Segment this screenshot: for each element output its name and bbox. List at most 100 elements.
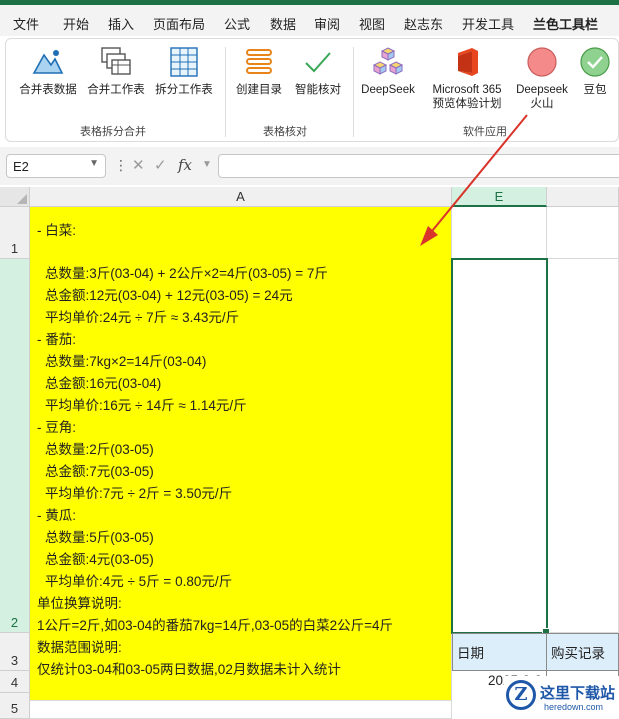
- text-line: 平均单价:4元 ÷ 5斤 = 0.80元/斤: [45, 574, 233, 589]
- row-number: 3: [10, 653, 19, 668]
- cell-f1[interactable]: [547, 207, 619, 259]
- microsoft-365-button[interactable]: Microsoft 365 预览体验计划: [420, 45, 514, 111]
- smart-check-button[interactable]: 智能核对: [288, 45, 348, 97]
- row-header-1[interactable]: 1: [0, 207, 30, 259]
- red-circle-icon: [527, 47, 557, 77]
- cell-a1-text: - 白菜:: [37, 219, 76, 239]
- group-label-table-check: 表格核对: [263, 126, 307, 138]
- formula-actions: ✕ ✓ fx ▼: [126, 154, 214, 178]
- deepseek-button[interactable]: DeepSeek: [357, 45, 419, 97]
- merge-table-data-label: 合并表数据: [19, 84, 77, 96]
- text-line: 平均单价:7元 ÷ 2斤 = 3.50元/斤: [45, 486, 233, 501]
- row-number: 2: [10, 615, 19, 630]
- text-line: 总金额:12元(03-04) + 12元(03-05) = 24元: [45, 288, 293, 303]
- cell-f2[interactable]: [547, 259, 619, 633]
- text-line: 总数量:2斤(03-05): [45, 442, 154, 457]
- row-header-2[interactable]: 2: [0, 259, 30, 633]
- watermark-logo: Z: [506, 680, 536, 710]
- column-header-a[interactable]: A: [30, 187, 452, 207]
- merge-table-data-button[interactable]: 合并表数据: [16, 45, 80, 97]
- column-header-e[interactable]: E: [452, 187, 547, 207]
- cubes-icon: [372, 47, 404, 75]
- row-header-3[interactable]: 3: [0, 633, 30, 671]
- text-line: - 白菜:: [37, 223, 76, 238]
- text-line: 平均单价:16元 ÷ 14斤 ≈ 1.14元/斤: [45, 398, 247, 413]
- deepseek-volcano-label-2: 火山: [530, 98, 554, 110]
- name-box-value: E2: [13, 159, 29, 174]
- split-worksheet-button[interactable]: 拆分工作表: [152, 45, 216, 97]
- cell-a2-text: 总数量:3斤(03-04) + 2公斤×2=4斤(03-05) = 7斤 总金额…: [37, 263, 449, 681]
- cell-e1[interactable]: [452, 207, 547, 259]
- grid-sheet-icon: [170, 47, 198, 77]
- text-line: - 豆角:: [37, 420, 76, 435]
- deepseek-label: DeepSeek: [361, 84, 415, 96]
- text-line: - 黄瓜:: [37, 508, 76, 523]
- confirm-icon[interactable]: ✓: [154, 156, 167, 174]
- tab-formulas[interactable]: 公式: [224, 14, 250, 33]
- orange-lines-icon: [246, 49, 272, 74]
- checkmark-icon: [305, 52, 331, 73]
- row-header-4[interactable]: 4: [0, 671, 30, 693]
- text-line: 单位换算说明:: [37, 596, 122, 611]
- text-line: 总数量:5斤(03-05): [45, 530, 154, 545]
- tab-page-layout[interactable]: 页面布局: [153, 14, 205, 33]
- merge-worksheets-button[interactable]: 合并工作表: [84, 45, 148, 97]
- chevron-down-icon[interactable]: ▼: [202, 159, 212, 170]
- text-line: 总数量:7kg×2=14斤(03-04): [45, 354, 207, 369]
- group-separator: [353, 47, 354, 137]
- green-check-circle-icon: [580, 47, 610, 77]
- select-all-corner[interactable]: [0, 187, 30, 207]
- ribbon: 合并表数据 合并工作表 拆分工作表 表格拆分合并 创建目录 智能核对 表格核对 …: [5, 38, 619, 142]
- watermark-title: 这里下载站: [540, 685, 616, 702]
- doubao-button[interactable]: 豆包: [574, 45, 616, 97]
- smart-check-label: 智能核对: [295, 84, 341, 96]
- row-header-5[interactable]: 5: [0, 693, 30, 719]
- split-worksheet-label: 拆分工作表: [155, 84, 213, 96]
- group-separator: [225, 47, 226, 137]
- text-line: 总金额:16元(03-04): [45, 376, 162, 391]
- text-line: 数据范围说明:: [37, 640, 122, 655]
- menu-bar: 文件 开始 插入 页面布局 公式 数据 审阅 视图 赵志东 开发工具 兰色工具栏: [0, 0, 619, 41]
- text-line: - 番茄:: [37, 332, 76, 347]
- tab-lanse-toolbar[interactable]: 兰色工具栏: [533, 14, 599, 41]
- tab-custom-user[interactable]: 赵志东: [404, 14, 443, 33]
- tab-home[interactable]: 开始: [63, 14, 89, 33]
- tab-review[interactable]: 审阅: [314, 14, 340, 33]
- table-header-record[interactable]: 购买记录: [546, 633, 619, 671]
- row-number: 5: [10, 701, 19, 716]
- stacked-sheets-icon: [101, 47, 131, 75]
- tab-file[interactable]: 文件: [13, 14, 39, 33]
- cell-a5[interactable]: [30, 701, 452, 719]
- group-label-software: 软件应用: [463, 126, 507, 138]
- watermark-url: heredown.com: [544, 702, 604, 712]
- tab-view[interactable]: 视图: [359, 14, 385, 33]
- deepseek-volcano-label: Deepseek: [516, 84, 568, 96]
- cancel-icon[interactable]: ✕: [132, 156, 145, 174]
- name-box[interactable]: E2 ▼: [6, 154, 106, 178]
- row-number: 1: [10, 241, 19, 256]
- formula-bar: E2 ▼ ⋮ ✕ ✓ fx ▼: [0, 147, 619, 185]
- deepseek-volcano-button[interactable]: Deepseek 火山: [512, 45, 572, 111]
- text-line: 仅统计03-04和03-05两日数据,02月数据未计入统计: [37, 662, 341, 677]
- tab-insert[interactable]: 插入: [108, 14, 134, 33]
- text-line: 总金额:7元(03-05): [45, 464, 154, 479]
- text-line: 平均单价:24元 ÷ 7斤 ≈ 3.43元/斤: [45, 310, 240, 325]
- microsoft-365-label: Microsoft 365: [432, 84, 502, 96]
- create-directory-button[interactable]: 创建目录: [231, 45, 287, 97]
- mountain-icon: [32, 50, 64, 74]
- row-number: 4: [10, 675, 19, 690]
- table-header-date[interactable]: 日期: [452, 633, 547, 671]
- column-header-f[interactable]: [547, 187, 619, 207]
- chevron-down-icon[interactable]: ▼: [89, 158, 99, 169]
- site-watermark: Z 这里下载站 heredown.com: [504, 676, 619, 719]
- doubao-label: 豆包: [583, 84, 607, 96]
- formula-input[interactable]: [218, 154, 619, 178]
- tab-data[interactable]: 数据: [270, 14, 296, 33]
- text-line: 1公斤=2斤,如03-04的番茄7kg=14斤,03-05的白菜2公斤=4斤: [37, 618, 394, 633]
- create-directory-label: 创建目录: [236, 84, 282, 96]
- group-label-split-merge: 表格拆分合并: [80, 126, 146, 138]
- microsoft-365-label-2: 预览体验计划: [432, 98, 502, 110]
- insert-function-icon[interactable]: fx: [178, 156, 192, 174]
- tab-developer[interactable]: 开发工具: [462, 14, 514, 33]
- text-line: 总数量:3斤(03-04) + 2公斤×2=4斤(03-05) = 7斤: [45, 266, 328, 281]
